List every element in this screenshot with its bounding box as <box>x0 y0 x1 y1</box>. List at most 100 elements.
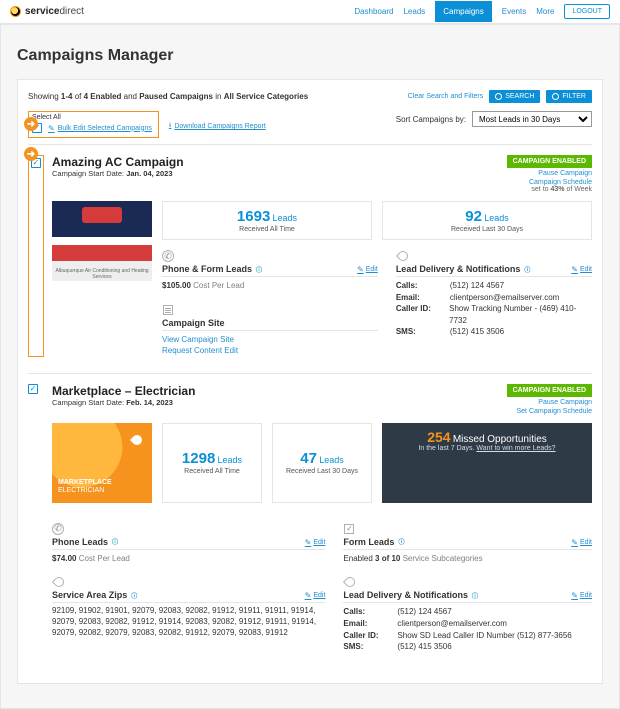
t: Form Leads <box>343 537 394 547</box>
stat-alltime: 1693 Leads Received All Time <box>162 201 372 240</box>
card-header: Marketplace – Electrician Campaign Start… <box>52 384 592 415</box>
pin-icon <box>396 250 408 262</box>
t: SEARCH <box>505 93 534 100</box>
pause-link[interactable]: Pause Campaign <box>507 170 592 177</box>
row-checkbox[interactable]: ✓ <box>28 384 38 394</box>
filter-button[interactable]: FILTER <box>546 90 592 103</box>
view-site-link[interactable]: View Campaign Site <box>162 335 234 344</box>
link[interactable]: Want to win more Leads? <box>476 445 555 452</box>
pencil-icon <box>357 265 364 274</box>
phone-leads-section: Phone Leadsⓘ Edit $74.00 Cost Per Lead <box>52 523 325 565</box>
edit-link[interactable]: Edit <box>571 591 592 600</box>
k: SMS: <box>343 641 391 653</box>
status-column: CAMPAIGN ENABLED Pause Campaign Campaign… <box>507 155 592 193</box>
t: of <box>72 92 83 101</box>
status-badge: CAMPAIGN ENABLED <box>507 384 592 397</box>
nav-campaigns[interactable]: Campaigns <box>435 1 491 22</box>
actions-row: ➜ Select All ✓ Bulk Edit Selected Campai… <box>28 111 592 138</box>
campaigns-panel: Showing 1-4 of 4 Enabled and Paused Camp… <box>17 79 603 684</box>
k: Email: <box>343 618 391 630</box>
nav-events[interactable]: Events <box>502 7 526 16</box>
nav-leads[interactable]: Leads <box>403 7 425 16</box>
page-title: Campaigns Manager <box>17 47 603 65</box>
stat-boxes: 1693 Leads Received All Time 92 Leads Re… <box>162 201 592 240</box>
info-columns: Phone Leadsⓘ Edit $74.00 Cost Per Lead <box>52 523 592 653</box>
callout-arrow-icon: ➜ <box>24 147 38 161</box>
section-title: Service Area Zipsⓘ <box>52 590 137 600</box>
download-report-link[interactable]: ⭳Download Campaigns Report <box>169 121 266 132</box>
schedule-note: Campaign Schedule set to 43% of Week <box>507 179 592 193</box>
campaign-site-section: Campaign Site View Campaign Site Request… <box>162 304 378 357</box>
main-nav: Dashboard Leads Campaigns Events More LO… <box>354 1 610 22</box>
v: (512) 415 3506 <box>397 641 451 653</box>
info-left: Phone Leadsⓘ Edit $74.00 Cost Per Lead <box>52 523 325 653</box>
sort-label: Sort Campaigns by: <box>396 115 466 124</box>
v: (512) 415 3506 <box>450 326 504 338</box>
clear-filters-link[interactable]: Clear Search and Filters <box>408 93 483 100</box>
edit-link[interactable]: Edit <box>305 538 326 547</box>
missed-opportunities[interactable]: 254 Missed Opportunities In the last 7 D… <box>382 423 592 503</box>
t: Edit <box>580 266 592 273</box>
t: Lead Delivery & Notifications <box>396 264 521 274</box>
v: Show Tracking Number - (469) 410-7732 <box>449 303 592 326</box>
t: Showing <box>28 92 61 101</box>
campaign-thumbnail: MARKETPLACE ELECTRICIAN <box>52 423 152 503</box>
info-right: Form Leadsⓘ Edit Enabled 3 of 10 Service… <box>343 523 592 653</box>
bulk-edit-link[interactable]: Bulk Edit Selected Campaigns <box>48 124 152 133</box>
count: 1298 <box>182 450 215 467</box>
bulk-actions-group: Select All ✓ Bulk Edit Selected Campaign… <box>28 111 266 138</box>
start-date: Campaign Start Date: Feb. 14, 2023 <box>52 398 195 407</box>
t: Campaign Start Date: <box>52 398 126 407</box>
zips-list: 92109, 91902, 91901, 92079, 92083, 92082… <box>52 606 325 638</box>
section-title: Campaign Site <box>162 318 225 328</box>
pin-icon <box>130 433 144 447</box>
k: SMS: <box>396 326 444 338</box>
t: Cost Per Lead <box>193 281 244 290</box>
v: (512) 124 4567 <box>397 606 451 618</box>
search-button[interactable]: SEARCH <box>489 90 540 103</box>
set-schedule-link[interactable]: Set Campaign Schedule <box>507 408 592 415</box>
sort-select[interactable]: Most Leads in 30 Days <box>472 111 592 127</box>
date: Jan. 04, 2023 <box>126 169 172 178</box>
schedule-link[interactable]: Campaign Schedule <box>507 179 592 186</box>
count: 3 of 10 <box>375 554 400 563</box>
cost: $105.00 <box>162 281 191 290</box>
request-edit-link[interactable]: Request Content Edit <box>162 346 238 355</box>
edit-link[interactable]: Edit <box>357 265 378 274</box>
info-right: Lead Delivery & Notificationsⓘ Edit Call… <box>396 250 592 357</box>
campaign-thumbnail: Albuquerque Air Conditioning and Heating… <box>52 201 152 281</box>
delivery-section: Lead Delivery & Notificationsⓘ Edit Call… <box>396 250 592 338</box>
section-body: Enabled 3 of 10 Service Subcategories <box>343 553 592 565</box>
v: clientperson@emailserver.com <box>450 292 560 304</box>
edit-link[interactable]: Edit <box>571 538 592 547</box>
section-title: Lead Delivery & Notificationsⓘ <box>396 264 531 274</box>
results-summary: Showing 1-4 of 4 Enabled and Paused Camp… <box>28 92 308 101</box>
row-select-box: ✓ <box>28 155 44 357</box>
section-body: $105.00 Cost Per Lead <box>162 280 378 292</box>
download-icon: ⭳ <box>169 121 171 132</box>
sub: Received Last 30 Days <box>283 468 361 475</box>
card-header: Amazing AC Campaign Campaign Start Date:… <box>52 155 592 193</box>
count: 1693 <box>237 208 270 225</box>
t: In the last 7 Days. <box>418 445 476 452</box>
panel-header: Showing 1-4 of 4 Enabled and Paused Camp… <box>28 90 592 103</box>
edit-link[interactable]: Edit <box>571 265 592 274</box>
edit-link[interactable]: Edit <box>305 591 326 600</box>
section-title: Phone Leadsⓘ <box>52 537 118 547</box>
callout-arrow-icon: ➜ <box>24 117 38 131</box>
page-body: Campaigns Manager Showing 1-4 of 4 Enabl… <box>0 24 620 709</box>
logo-icon <box>10 6 21 17</box>
nav-more[interactable]: More <box>536 7 554 16</box>
count: 254 <box>427 429 450 445</box>
sub: Received All Time <box>173 468 251 475</box>
phone-icon <box>52 523 64 535</box>
pause-link[interactable]: Pause Campaign <box>507 399 592 406</box>
u: Leads <box>484 213 509 223</box>
logout-button[interactable]: LOGOUT <box>564 4 610 19</box>
nav-dashboard[interactable]: Dashboard <box>354 7 393 16</box>
count: 92 <box>465 208 482 225</box>
t: Phone & Form Leads <box>162 264 252 274</box>
thumb-caption: Albuquerque Air Conditioning and Heating… <box>52 267 152 281</box>
u: Leads <box>218 455 243 465</box>
t: Edit <box>313 539 325 546</box>
